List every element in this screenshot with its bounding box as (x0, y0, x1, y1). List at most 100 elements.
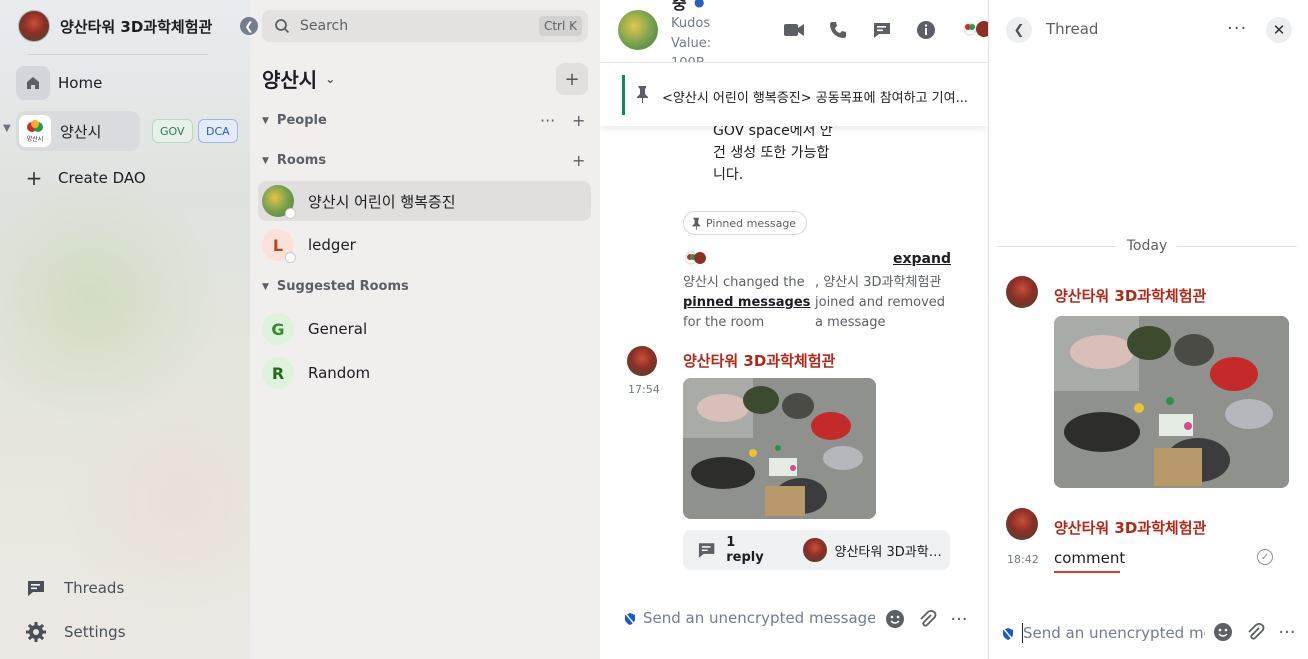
home-item[interactable]: Home (16, 64, 216, 102)
room-members-facepile[interactable] (962, 18, 988, 42)
dao-item[interactable]: ▼ 양산시 양산시 GOV DCA (0, 110, 250, 152)
add-to-space-button[interactable]: + (556, 63, 588, 95)
phone-icon[interactable] (826, 18, 850, 42)
emoji-icon[interactable] (1212, 621, 1234, 643)
home-icon (16, 66, 50, 100)
settings-label: Settings (64, 623, 126, 641)
more-icon[interactable]: ··· (540, 111, 555, 130)
add-room-button[interactable]: + (572, 151, 585, 170)
thread-reply-count: 1 reply (726, 535, 764, 565)
emoji-icon[interactable] (884, 608, 906, 630)
create-dao-label: Create DAO (58, 169, 146, 187)
search-input[interactable]: Search Ctrl K (262, 10, 588, 42)
sender-avatar[interactable] (1006, 508, 1038, 540)
reply-message: comment (1054, 549, 1125, 573)
gov-badge[interactable]: GOV (152, 119, 193, 143)
room-item[interactable]: 양산시 어린이 행복증진 (258, 181, 591, 221)
section-people-label: People (276, 113, 327, 128)
room-label: Random (308, 364, 371, 382)
room-label: 양산시 어린이 행복증진 (308, 192, 456, 211)
children-photo (683, 378, 876, 519)
chevron-down-icon: ⌄ (325, 71, 336, 86)
account-avatar[interactable] (18, 10, 50, 42)
gear-icon (24, 620, 48, 644)
collapse-sidebar-button[interactable]: ❮ (240, 17, 258, 35)
attachment-icon[interactable] (1244, 621, 1266, 643)
room-title-fragment[interactable]: 중 (672, 0, 687, 14)
room-avatar: R (262, 357, 294, 389)
room-avatar: L (262, 229, 296, 263)
create-dao-button[interactable]: + Create DAO (24, 166, 146, 190)
message-image[interactable] (683, 378, 876, 519)
more-options-icon[interactable]: ··· (1276, 621, 1298, 643)
message-image[interactable] (1054, 316, 1289, 488)
close-icon[interactable]: ✕ (1266, 17, 1292, 43)
room-avatar: G (262, 313, 294, 345)
sender-avatar[interactable] (1006, 276, 1038, 308)
back-button[interactable]: ❮ (1006, 17, 1032, 43)
account-menu[interactable]: 양산타워 3D과학체험관 (18, 10, 212, 42)
thread-reply-avatar (803, 538, 827, 562)
expand-link[interactable]: expand (893, 251, 951, 267)
space-title-label: 양산시 (262, 68, 318, 92)
dao-logo-text: 양산시 (26, 135, 44, 143)
thread-options-button[interactable]: ··· (1227, 18, 1247, 39)
dao-logo-mark (27, 119, 43, 132)
sender-name[interactable]: 양산타워 3D과학체험관 (683, 350, 835, 371)
sender-name[interactable]: 양산타워 3D과학체험관 (1054, 285, 1206, 306)
threads-button[interactable]: Threads (24, 576, 124, 600)
spellcheck-underline (1054, 571, 1120, 573)
thread-reply-sender: 양산타워 3D과학체... (834, 544, 951, 560)
thread-panel: ❮ Thread ··· ✕ Today 양산타워 3D과학체험관 양산타워 3… (988, 0, 1308, 659)
sender-avatar[interactable] (627, 346, 657, 376)
room-item[interactable]: L ledger (258, 225, 591, 265)
settings-button[interactable]: Settings (24, 620, 126, 644)
message-line: 니다. (713, 167, 744, 183)
room-avatar[interactable] (618, 10, 658, 50)
video-call-icon[interactable] (782, 18, 806, 42)
chevron-down-icon: ▼ (262, 281, 269, 292)
home-label: Home (58, 74, 103, 92)
attachment-icon[interactable] (916, 608, 938, 630)
composer-placeholder[interactable]: Send an unencrypted message... (1023, 624, 1205, 642)
thread-summary[interactable]: 1 reply 양산타워 3D과학체... (683, 530, 950, 570)
section-people[interactable]: ▼ People (262, 113, 327, 128)
account-name: 양산타워 3D과학체험관 (60, 17, 213, 36)
message-composer[interactable]: Send an unencrypted message... ··· (600, 596, 988, 640)
more-options-icon[interactable]: ··· (948, 608, 970, 630)
divider (997, 245, 1117, 247)
info-icon[interactable] (914, 18, 938, 42)
sender-name[interactable]: 양산타워 3D과학체험관 (1054, 517, 1206, 538)
space-title[interactable]: 양산시 ⌄ (262, 64, 335, 93)
state-event-summary-right: , 양산시 3D과학체험관 joined and removed a messa… (815, 275, 946, 330)
pinned-chip-label: Pinned message (706, 216, 797, 230)
threads-label: Threads (64, 579, 125, 597)
state-text: 양산시 changed the (683, 275, 805, 290)
kudos-label: Kudos (671, 16, 711, 31)
unencrypted-shield-icon (1002, 627, 1014, 641)
pinned-message-chip[interactable]: Pinned message (683, 211, 808, 235)
section-suggested[interactable]: ▼ Suggested Rooms (262, 279, 409, 294)
room-initial: R (271, 363, 285, 383)
suggested-room-item[interactable]: G General (258, 309, 591, 349)
suggested-room-item[interactable]: R Random (258, 353, 591, 393)
unencrypted-shield-icon (624, 612, 636, 626)
children-photo (1054, 316, 1289, 488)
section-rooms[interactable]: ▼ Rooms (262, 153, 326, 168)
date-separator: Today (997, 236, 1297, 256)
room-initial: L (272, 235, 284, 255)
search-icon (275, 19, 290, 34)
pinned-messages-link[interactable]: pinned messages (683, 295, 810, 310)
add-people-button[interactable]: + (572, 111, 585, 130)
date-separator-label: Today (1126, 238, 1168, 254)
dca-badge[interactable]: DCA (198, 119, 238, 143)
globe-icon (285, 252, 296, 263)
message-text: GOV space에서 안 건 생성 또한 가능합 니다. (713, 120, 853, 186)
divider (1177, 245, 1297, 247)
composer-placeholder[interactable]: Send an unencrypted message... (643, 609, 875, 627)
pinned-message-banner[interactable]: <양산시 어린이 행복증진> 공동목표에 참여하고 기여... (600, 62, 988, 126)
dao-selected[interactable]: 양산시 양산시 (16, 111, 140, 151)
chevron-down-icon[interactable]: ▼ (3, 123, 11, 134)
threads-icon[interactable] (870, 18, 894, 42)
message-timestamp: 17:54 (628, 383, 660, 396)
